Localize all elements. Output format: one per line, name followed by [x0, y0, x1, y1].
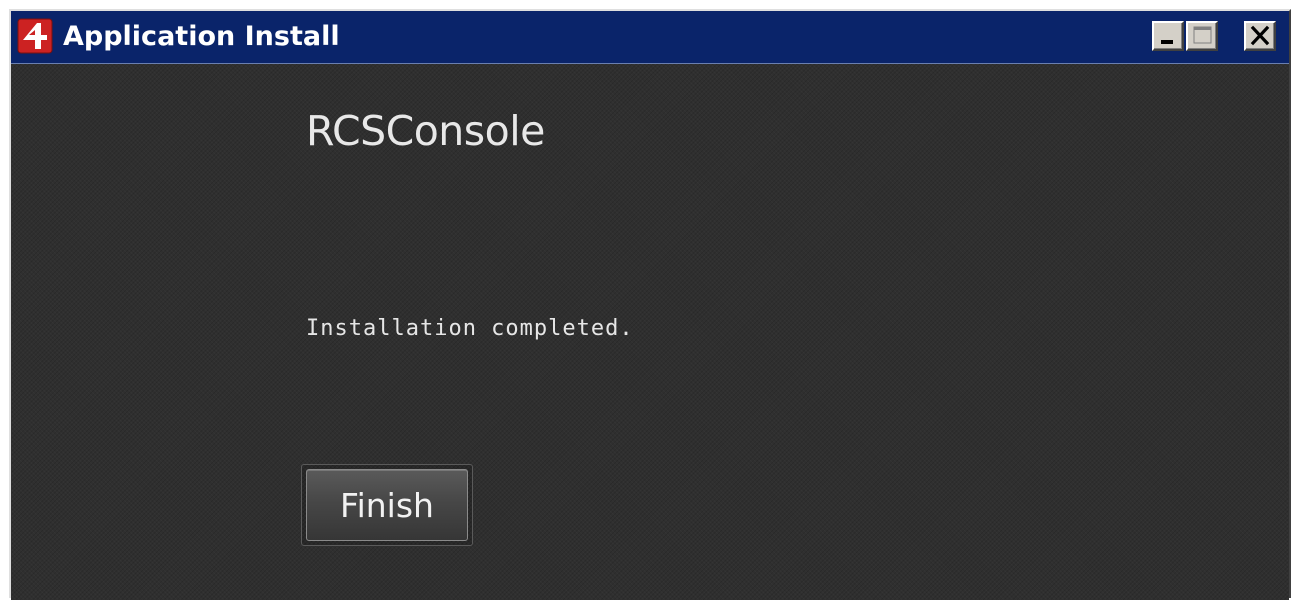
- application-name: RCSConsole: [306, 107, 545, 155]
- window-title: Application Install: [63, 21, 340, 52]
- close-button[interactable]: [1244, 21, 1276, 51]
- finish-button-frame: Finish: [301, 464, 473, 546]
- application-install-window: Application Install RCSConsole Installat…: [9, 9, 1291, 600]
- maximize-icon: [1193, 26, 1212, 44]
- minimize-button[interactable]: [1152, 21, 1184, 51]
- install-status: Installation completed.: [306, 316, 634, 341]
- installer-content: RCSConsole Installation completed. Finis…: [11, 63, 1289, 600]
- title-bar[interactable]: Application Install: [11, 11, 1289, 63]
- close-icon: [1250, 25, 1270, 46]
- minimize-icon: [1161, 40, 1173, 44]
- maximize-button[interactable]: [1186, 21, 1218, 51]
- finish-button[interactable]: Finish: [306, 469, 468, 541]
- adobe-air-icon: [17, 18, 53, 54]
